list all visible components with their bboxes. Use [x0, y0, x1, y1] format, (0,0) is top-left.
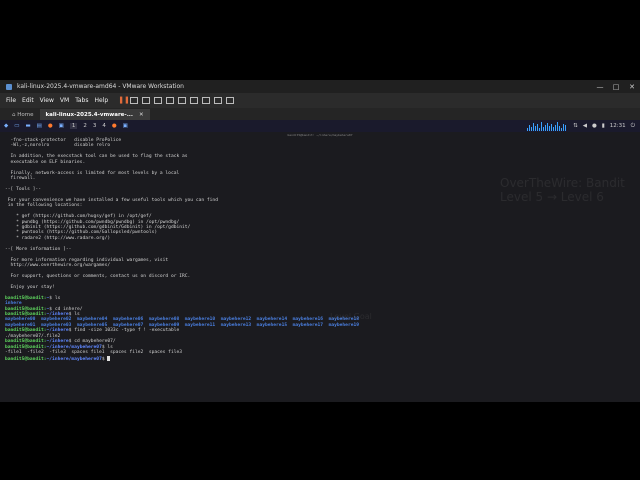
background-watermark-title: OverTheWire: Bandit Level 5 → Level 6 — [500, 176, 625, 204]
menu-vm[interactable]: VM — [60, 97, 69, 104]
prompt-path: ~/inhere — [46, 328, 69, 334]
command-text: ls — [104, 344, 113, 350]
terminal-output: -fno-stack-protector disable ProPolice -… — [0, 138, 640, 362]
cpu-graph — [527, 121, 567, 131]
command-text: cd maybehere07/ — [71, 339, 116, 345]
clock[interactable]: 12:31 — [610, 123, 626, 129]
network-icon[interactable]: ⇅ — [573, 123, 578, 129]
tab-home-label: Home — [17, 111, 34, 118]
close-button[interactable]: ✕ — [624, 83, 640, 91]
revert-snapshot-icon[interactable] — [154, 97, 163, 104]
prompt-user: bandit5@bandit — [5, 356, 44, 362]
vmware-logo-icon — [6, 83, 12, 90]
manage-snapshots-icon[interactable] — [166, 97, 175, 104]
file-manager-icon[interactable]: ▬ — [25, 123, 30, 129]
tab-kali-vm[interactable]: kali-linux-2025.4-vmware-... ✕ — [39, 109, 150, 120]
firefox-icon[interactable]: ● — [48, 123, 53, 129]
toolbar: ❚❚ — [118, 97, 238, 104]
notification-icon[interactable]: ● — [592, 123, 597, 129]
workspace-4[interactable]: 4 — [102, 123, 106, 129]
desktop-icon[interactable]: ▭ — [14, 123, 19, 129]
maximize-button[interactable]: □ — [608, 83, 624, 91]
volume-icon[interactable]: ◀ — [583, 123, 587, 129]
title-bar: kali-linux-2025.4-vmware-amd64 - VMware … — [0, 80, 640, 93]
command-text: ls — [52, 295, 61, 301]
kali-menu-icon[interactable]: ◆ — [4, 123, 8, 129]
firefox-task-icon[interactable]: ● — [112, 123, 117, 129]
prompt-user: bandit5@bandit — [5, 328, 44, 334]
background-watermark-subtitle: Level Goal — [330, 312, 372, 321]
text-editor-icon[interactable]: ▤ — [37, 123, 42, 129]
window-title: kali-linux-2025.4-vmware-amd64 - VMware … — [17, 83, 184, 90]
menu-help[interactable]: Help — [95, 97, 109, 104]
prompt-path: ~/inhere — [46, 339, 69, 345]
power-icon[interactable]: ❚❚ — [118, 97, 130, 104]
menu-view[interactable]: View — [40, 97, 54, 104]
menu-file[interactable]: File — [6, 97, 16, 104]
snapshot-icon[interactable] — [142, 97, 151, 104]
terminal[interactable]: bandit5@bandit: ~/inhere/maybehere07 -fn… — [0, 132, 640, 402]
menu-bar: File Edit View VM Tabs Help ❚❚ — [0, 93, 640, 108]
prompt-user: bandit5@bandit — [5, 306, 44, 312]
console-view-icon[interactable] — [214, 97, 223, 104]
prompt-user: bandit5@bandit — [5, 295, 44, 301]
terminal-task-icon[interactable]: ▣ — [123, 123, 128, 129]
command-line: bandit5@bandit:~/inhere/maybehere07$ — [5, 355, 640, 362]
menu-tabs[interactable]: Tabs — [75, 97, 88, 104]
stretch-icon[interactable] — [226, 97, 235, 104]
prompt-user: bandit5@bandit — [5, 339, 44, 345]
workspace-3[interactable]: 3 — [93, 123, 97, 129]
unity-icon[interactable] — [202, 97, 211, 104]
full-screen-icon[interactable] — [190, 97, 199, 104]
command-text: cd inhere/ — [52, 306, 83, 312]
workspace-1[interactable]: 1 — [69, 123, 78, 129]
fit-guest-icon[interactable] — [178, 97, 187, 104]
text-cursor — [107, 355, 111, 361]
workspace-2[interactable]: 2 — [83, 123, 87, 129]
close-tab-icon[interactable]: ✕ — [139, 112, 144, 118]
menu-edit[interactable]: Edit — [22, 97, 34, 104]
tab-home[interactable]: ⌂ Home — [6, 109, 40, 120]
command-text: find -size 1033c -type f ! -executable — [71, 328, 180, 334]
lock-icon[interactable]: ▮ — [602, 123, 605, 129]
terminal-icon[interactable]: ▣ — [59, 123, 64, 129]
send-keys-icon[interactable] — [130, 97, 139, 104]
minimize-button[interactable]: — — [592, 83, 608, 91]
prompt-path: ~/inhere/maybehere07 — [46, 344, 102, 350]
prompt-user: bandit5@bandit — [5, 344, 44, 350]
vm-tab-bar: ⌂ Home kali-linux-2025.4-vmware-... ✕ — [0, 108, 640, 120]
power-menu-icon[interactable]: ⏻ — [631, 123, 635, 130]
vmware-window: kali-linux-2025.4-vmware-amd64 - VMware … — [0, 80, 640, 402]
tab-kali-vm-label: kali-linux-2025.4-vmware-... — [45, 111, 133, 118]
kali-top-panel: ◆ ▭ ▬ ▤ ● ▣ 1 2 3 4 ● ▣ ⇅ ◀ ● ▮ 12:31 ⏻ — [0, 120, 640, 132]
prompt-path: ~/inhere/maybehere07 — [46, 356, 102, 362]
